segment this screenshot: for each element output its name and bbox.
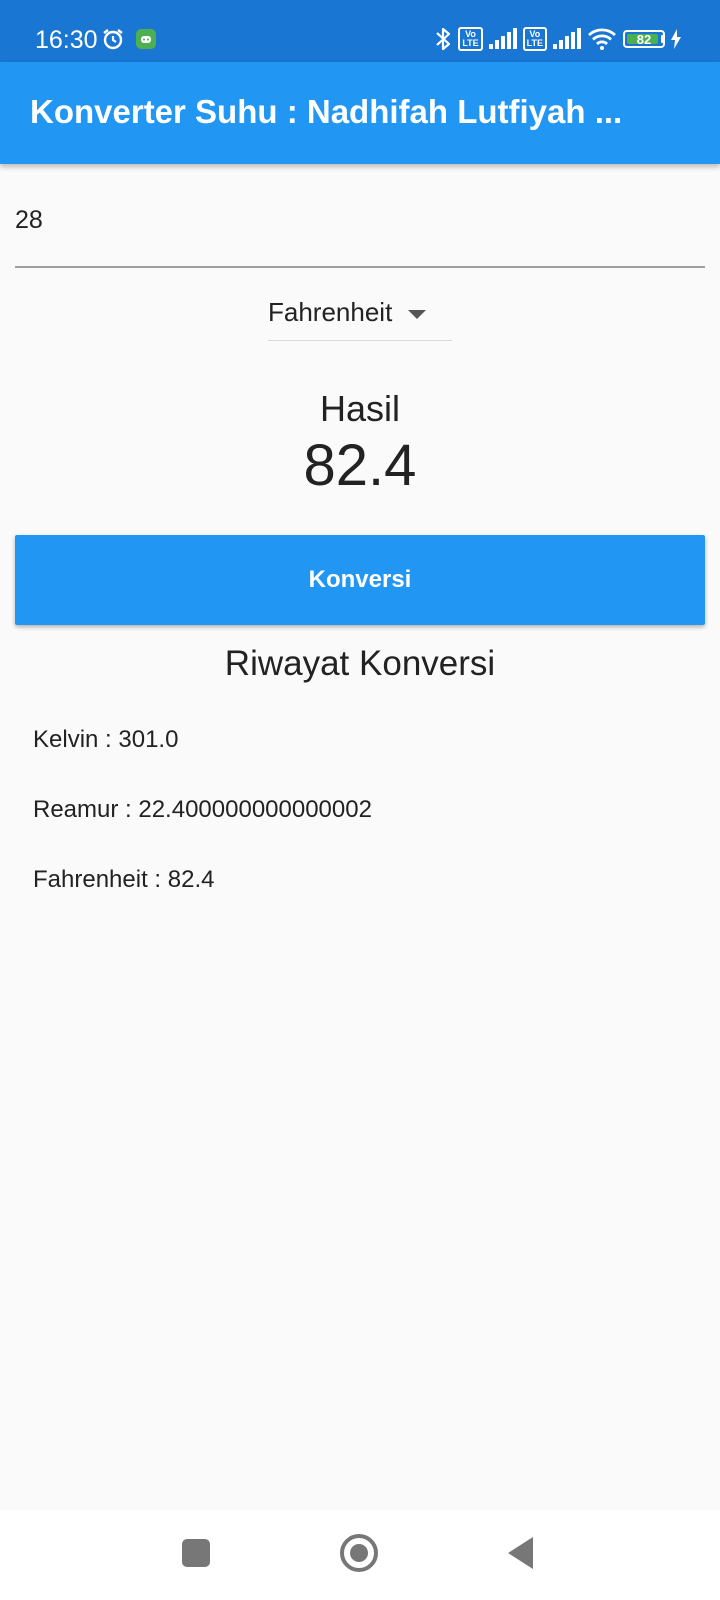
alarm-icon: [101, 27, 125, 56]
history-list: Kelvin : 301.0 Reamur : 22.4000000000000…: [33, 720, 693, 930]
status-bar: 16:30 Vo LTE Vo LTE 82: [0, 0, 720, 62]
home-icon[interactable]: [340, 1534, 378, 1572]
signal-icon: [488, 24, 517, 54]
signal-icon: [553, 24, 581, 54]
history-item: Reamur : 22.400000000000002: [33, 796, 372, 823]
unit-dropdown-value: Fahrenheit: [268, 296, 393, 327]
result-value: 82.4: [303, 433, 417, 498]
status-left-icons: [101, 27, 157, 56]
unit-dropdown[interactable]: Fahrenheit: [268, 284, 452, 341]
convert-button[interactable]: Konversi: [15, 535, 705, 625]
status-time: 16:30: [35, 26, 98, 54]
wifi-icon: [587, 24, 617, 54]
temperature-input[interactable]: [15, 190, 705, 235]
app-bar: Konverter Suhu : Nadhifah Lutfiyah ...: [0, 62, 720, 164]
notification-app-icon: [135, 28, 157, 55]
history-item: Fahrenheit : 82.4: [33, 866, 215, 893]
status-right-icons: Vo LTE Vo LTE 82: [434, 24, 682, 54]
navigation-bar: [0, 1510, 720, 1600]
battery-icon: 82: [623, 24, 665, 54]
temperature-input-container: [15, 190, 705, 268]
recent-apps-icon[interactable]: [182, 1539, 210, 1567]
volte-icon: Vo LTE: [458, 24, 483, 54]
back-icon[interactable]: [508, 1537, 533, 1569]
caret-down-icon: [408, 309, 427, 319]
volte-icon: Vo LTE: [522, 24, 547, 54]
history-title: Riwayat Konversi: [224, 644, 496, 683]
result-label: Hasil: [319, 388, 400, 429]
app-title: Konverter Suhu : Nadhifah Lutfiyah ...: [30, 93, 623, 130]
charging-icon: [670, 24, 682, 54]
history-item: Kelvin : 301.0: [33, 726, 179, 753]
bluetooth-icon: [434, 24, 452, 54]
